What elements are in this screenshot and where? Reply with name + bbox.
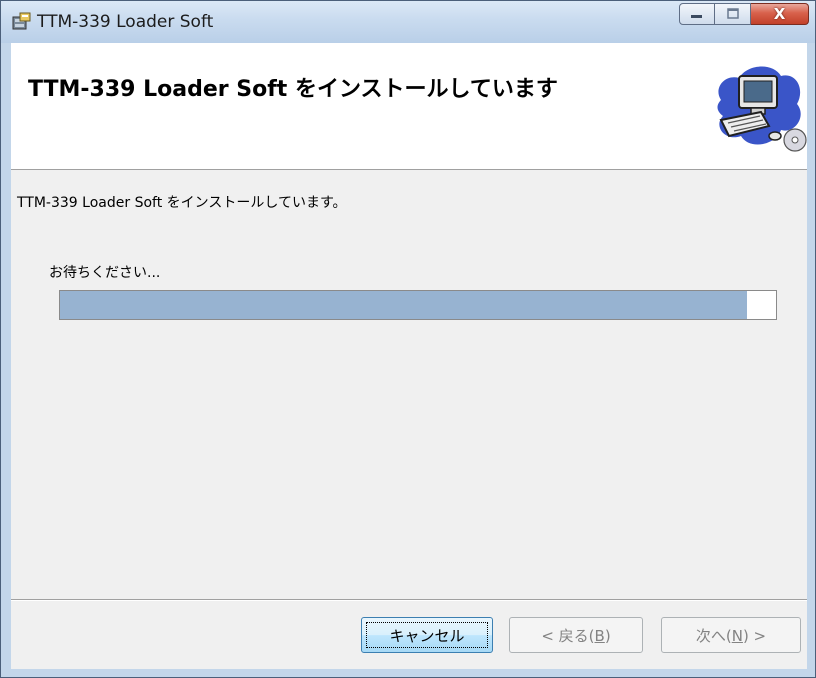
header-banner: TTM-339 Loader Soft をインストールしています — [11, 43, 807, 170]
progress-panel: TTM-339 Loader Soft をインストールしています。 お待ちくださ… — [11, 170, 807, 590]
computer-install-icon — [711, 60, 807, 155]
install-progress-bar — [59, 290, 777, 320]
banner-title: TTM-339 Loader Soft をインストールしています — [28, 77, 558, 102]
progress-fill — [60, 291, 748, 319]
cancel-button-label: キャンセル — [389, 626, 465, 645]
minimize-button[interactable] — [679, 3, 715, 25]
minimize-icon — [691, 15, 702, 18]
status-message: TTM-339 Loader Soft をインストールしています。 — [17, 195, 347, 211]
caption-buttons: X — [679, 3, 809, 27]
close-icon: X — [773, 5, 786, 23]
dialog-client: TTM-339 Loader Soft をインストールしています TTM-339… — [11, 43, 807, 669]
title-bar[interactable]: TTM-339 Loader Soft X — [1, 1, 815, 43]
cancel-button[interactable]: キャンセル — [361, 617, 493, 653]
maximize-button[interactable] — [715, 3, 751, 25]
back-button[interactable]: < 戻る(B) — [509, 617, 643, 653]
close-button[interactable]: X — [751, 3, 809, 25]
next-button[interactable]: 次へ(N) > — [661, 617, 801, 653]
back-button-label: < 戻る(B) — [541, 626, 611, 645]
window-title: TTM-339 Loader Soft — [37, 12, 214, 32]
footer-divider — [11, 599, 807, 601]
installer-app-icon — [11, 11, 33, 33]
next-button-label: 次へ(N) > — [695, 626, 767, 645]
installer-window: TTM-339 Loader Soft X TTM-339 Loader Sof… — [0, 0, 816, 678]
maximize-icon — [726, 8, 739, 19]
wait-label: お待ちください... — [49, 265, 161, 281]
